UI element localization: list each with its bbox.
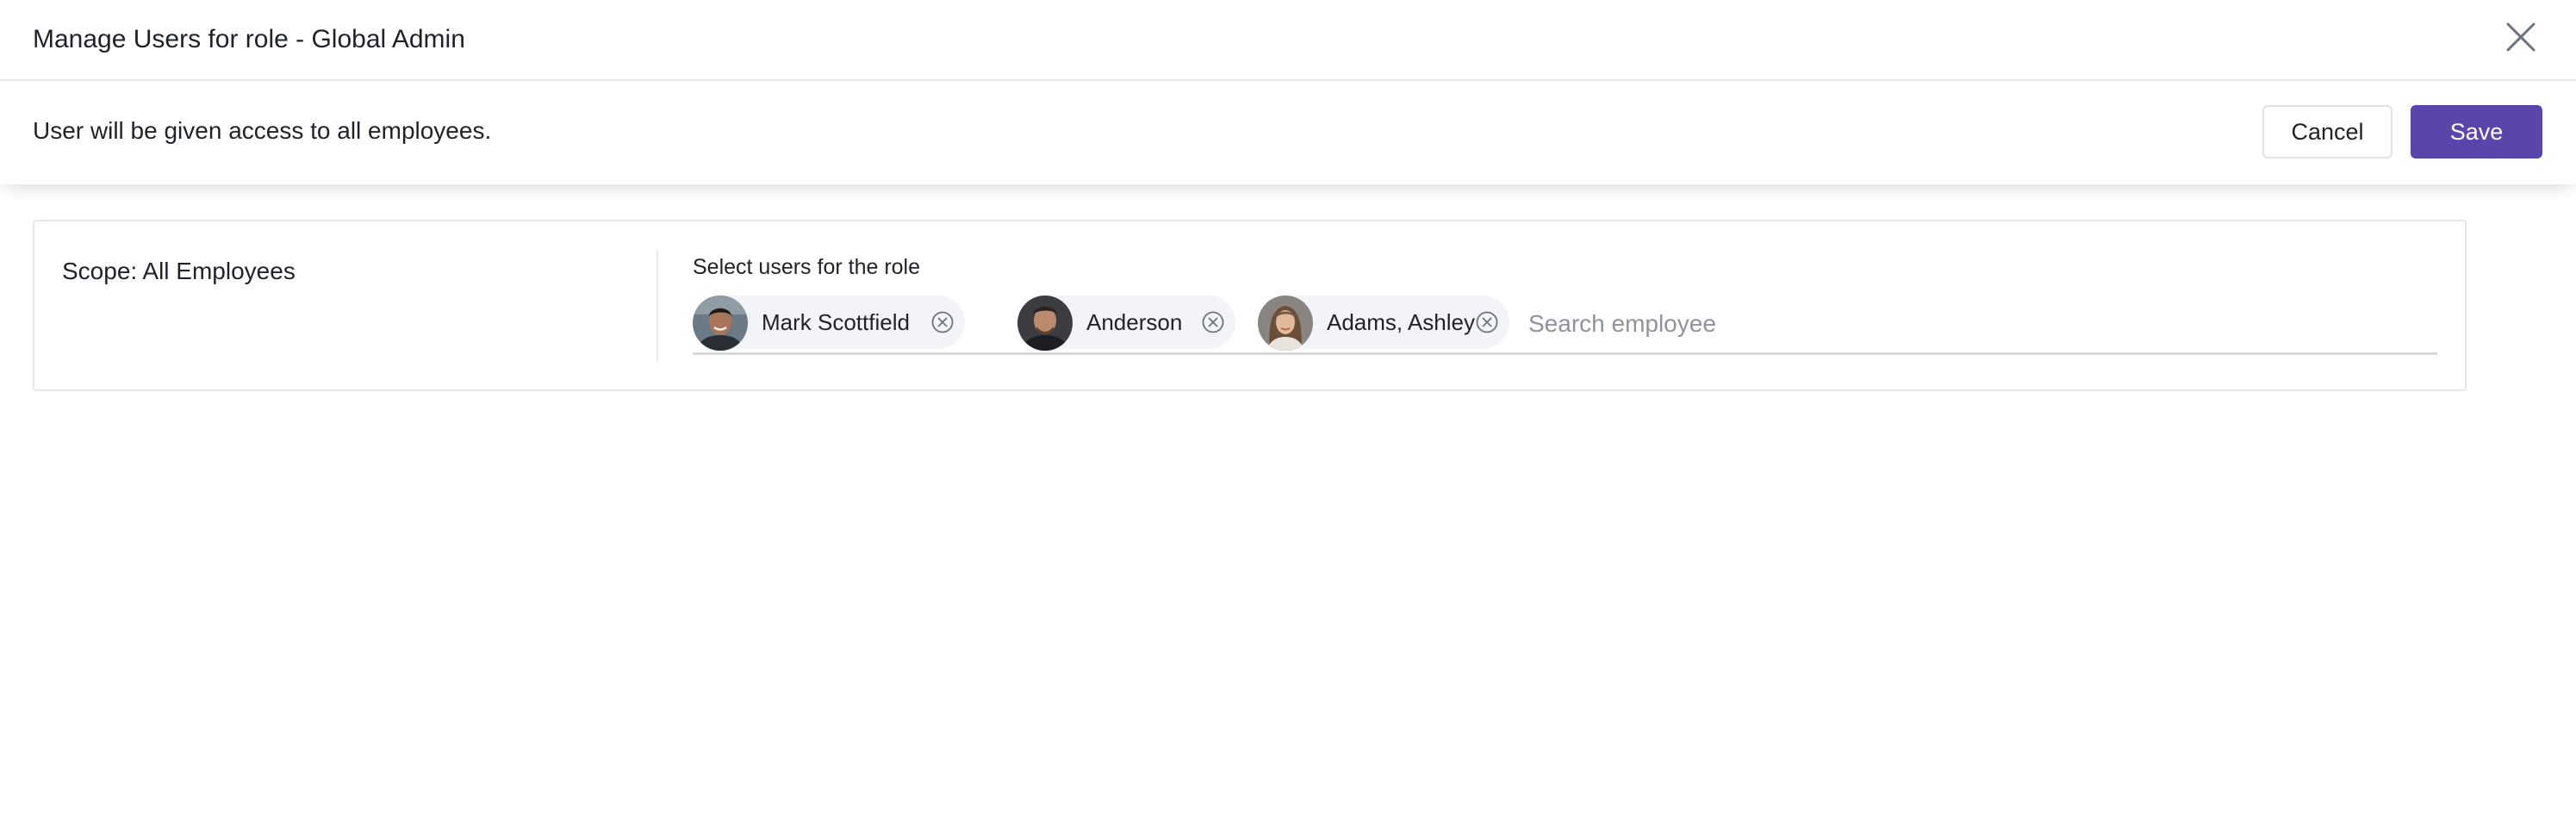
dialog-header: Manage Users for role - Global Admin <box>0 0 2576 81</box>
scope-card: Scope: All Employees Select users for th… <box>33 220 2467 391</box>
scope-label: Scope: All Employees <box>62 258 296 284</box>
user-selector-field[interactable]: Mark Scottfield Anderson Adams, Ashley S… <box>693 296 2437 355</box>
action-bar: User will be given access to all employe… <box>0 81 2576 184</box>
cancel-button[interactable]: Cancel <box>2262 105 2392 159</box>
user-chip-name: Anderson <box>1086 309 1183 335</box>
access-message: User will be given access to all employe… <box>33 117 492 144</box>
remove-circle-icon[interactable] <box>1475 310 1499 334</box>
search-employee-input[interactable] <box>1527 304 2426 344</box>
user-chip: Adams, Ashley <box>1258 296 1509 351</box>
user-chip-name: Adams, Ashley <box>1327 309 1475 335</box>
remove-circle-icon[interactable] <box>1201 310 1225 334</box>
divider <box>656 250 658 362</box>
user-avatar <box>1258 296 1313 351</box>
user-chip: Mark Scottfield <box>693 296 965 351</box>
close-icon <box>2506 22 2536 52</box>
save-button[interactable]: Save <box>2411 105 2542 159</box>
select-users-label: Select users for the role <box>693 255 921 279</box>
remove-circle-icon[interactable] <box>930 310 955 334</box>
close-button[interactable] <box>2501 17 2541 57</box>
user-avatar <box>693 296 748 351</box>
user-avatar <box>1017 296 1073 351</box>
user-chip-name: Mark Scottfield <box>762 309 910 335</box>
dialog-title: Manage Users for role - Global Admin <box>33 25 465 53</box>
user-chip: Anderson <box>1017 296 1235 351</box>
